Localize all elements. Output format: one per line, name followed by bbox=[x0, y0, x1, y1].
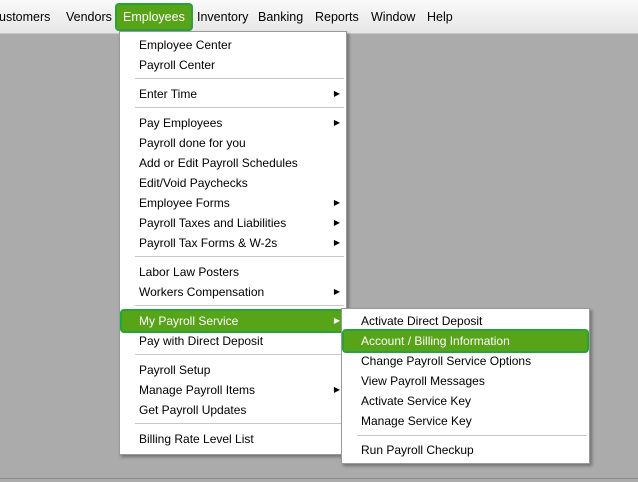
payroll-service-submenu: Activate Direct Deposit Account / Billin… bbox=[341, 308, 590, 464]
menu-customers[interactable]: ustomers bbox=[0, 9, 50, 25]
menu-window[interactable]: Window bbox=[371, 9, 415, 25]
submenu-arrow-icon: ▶ bbox=[333, 89, 340, 98]
menu-item-label: Pay Employees bbox=[139, 116, 223, 130]
menu-separator bbox=[135, 78, 344, 79]
menu-banking[interactable]: Banking bbox=[258, 9, 303, 25]
menu-separator bbox=[357, 435, 587, 436]
menu-separator bbox=[135, 305, 344, 306]
menu-item-account-billing[interactable]: Account / Billing Information bbox=[344, 331, 587, 351]
menu-reports[interactable]: Reports bbox=[315, 9, 359, 25]
menu-vendors[interactable]: Vendors bbox=[66, 9, 112, 25]
menu-item-activate-service-key[interactable]: Activate Service Key bbox=[344, 391, 587, 411]
menu-item-billing-rate-level-list[interactable]: Billing Rate Level List bbox=[122, 429, 344, 449]
menu-item-label: Workers Compensation bbox=[139, 285, 265, 299]
menu-item-pay-direct-deposit[interactable]: Pay with Direct Deposit bbox=[122, 331, 344, 351]
menu-item-view-payroll-messages[interactable]: View Payroll Messages bbox=[344, 371, 587, 391]
menu-item-payroll-taxes[interactable]: Payroll Taxes and Liabilities ▶ bbox=[122, 213, 344, 233]
submenu-arrow-icon: ▶ bbox=[333, 287, 340, 296]
menu-item-change-service-options[interactable]: Change Payroll Service Options bbox=[344, 351, 587, 371]
submenu-arrow-icon: ▶ bbox=[333, 316, 340, 325]
menu-inventory[interactable]: Inventory bbox=[197, 9, 248, 25]
menu-item-activate-direct-deposit[interactable]: Activate Direct Deposit bbox=[344, 311, 587, 331]
submenu-arrow-icon: ▶ bbox=[333, 198, 340, 207]
menu-item-enter-time[interactable]: Enter Time ▶ bbox=[122, 84, 344, 104]
submenu-arrow-icon: ▶ bbox=[333, 385, 340, 394]
submenu-arrow-icon: ▶ bbox=[333, 218, 340, 227]
submenu-arrow-icon: ▶ bbox=[333, 118, 340, 127]
menu-item-payroll-tax-forms[interactable]: Payroll Tax Forms & W-2s ▶ bbox=[122, 233, 344, 253]
menu-separator bbox=[135, 423, 344, 424]
menu-item-label: Employee Forms bbox=[139, 196, 230, 210]
menu-bar: ustomers Vendors Employees Inventory Ban… bbox=[0, 0, 638, 34]
menu-item-employee-forms[interactable]: Employee Forms ▶ bbox=[122, 193, 344, 213]
menu-item-labor-law-posters[interactable]: Labor Law Posters bbox=[122, 262, 344, 282]
menu-item-label: Payroll Taxes and Liabilities bbox=[139, 216, 287, 230]
menu-separator bbox=[135, 256, 344, 257]
menu-item-workers-comp[interactable]: Workers Compensation ▶ bbox=[122, 282, 344, 302]
menu-item-payroll-done-for-you[interactable]: Payroll done for you bbox=[122, 133, 344, 153]
menu-item-edit-void-paychecks[interactable]: Edit/Void Paychecks bbox=[122, 173, 344, 193]
submenu-arrow-icon: ▶ bbox=[333, 238, 340, 247]
menu-item-get-payroll-updates[interactable]: Get Payroll Updates bbox=[122, 400, 344, 420]
menu-item-label: My Payroll Service bbox=[139, 314, 239, 328]
menu-item-payroll-schedules[interactable]: Add or Edit Payroll Schedules bbox=[122, 153, 344, 173]
menu-item-manage-payroll-items[interactable]: Manage Payroll Items ▶ bbox=[122, 380, 344, 400]
menu-item-manage-service-key[interactable]: Manage Service Key bbox=[344, 411, 587, 431]
menu-item-run-payroll-checkup[interactable]: Run Payroll Checkup bbox=[344, 440, 587, 460]
menu-item-label: Manage Payroll Items bbox=[139, 383, 256, 397]
menu-help[interactable]: Help bbox=[427, 9, 453, 25]
menu-item-pay-employees[interactable]: Pay Employees ▶ bbox=[122, 113, 344, 133]
menu-item-label: Payroll Tax Forms & W-2s bbox=[139, 236, 278, 250]
employees-dropdown: Employee Center Payroll Center Enter Tim… bbox=[119, 31, 347, 455]
menu-item-payroll-center[interactable]: Payroll Center bbox=[122, 55, 344, 75]
menu-separator bbox=[135, 354, 344, 355]
menu-item-employee-center[interactable]: Employee Center bbox=[122, 35, 344, 55]
menu-separator bbox=[135, 107, 344, 108]
menu-item-payroll-setup[interactable]: Payroll Setup bbox=[122, 360, 344, 380]
workspace-bottom-edge bbox=[0, 478, 638, 479]
menu-item-my-payroll-service[interactable]: My Payroll Service ▶ bbox=[122, 311, 344, 331]
menu-item-label: Enter Time bbox=[139, 87, 198, 101]
menu-employees[interactable]: Employees bbox=[117, 5, 191, 29]
